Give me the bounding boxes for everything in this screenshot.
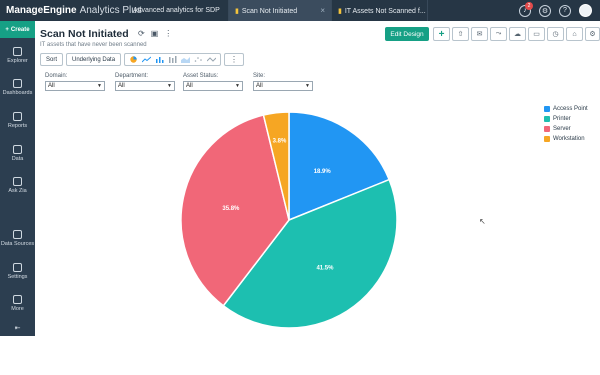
legend-label: Server xyxy=(553,126,571,132)
mouse-pointer-icon: ↖ xyxy=(479,217,486,226)
dashboards-icon xyxy=(13,79,22,88)
pie-data-label: 35.8% xyxy=(222,206,240,212)
tab-scan-not-initiated[interactable]: ▮ Scan Not Initiated × xyxy=(229,0,332,21)
settings-icon xyxy=(13,263,22,272)
report-area: Scan Not Initiated ⟳ ▣ ⋮ IT assets that … xyxy=(35,21,600,336)
pie-data-label: 3.8% xyxy=(273,139,287,145)
legend-item-workstation[interactable]: Workstation xyxy=(544,134,588,144)
legend-swatch xyxy=(544,126,550,132)
legend-item-server[interactable]: Server xyxy=(544,124,588,134)
tab-advanced-analytics[interactable]: Advanced analytics for SDP xyxy=(127,0,229,21)
top-right-actions: ♪ 2 ⚙ ? xyxy=(519,0,600,21)
reports-icon xyxy=(13,112,22,121)
sidebar-item-dashboards[interactable]: Dashboards xyxy=(0,79,35,96)
tab-label: Advanced analytics for SDP xyxy=(133,7,220,14)
legend-swatch xyxy=(544,136,550,142)
notification-bell-icon[interactable]: ♪ 2 xyxy=(519,1,533,17)
user-avatar[interactable] xyxy=(579,4,592,17)
top-bar: ManageEngine Analytics Plus Advanced ana… xyxy=(0,0,600,21)
sidebar-item-data-sources[interactable]: Data Sources xyxy=(0,230,35,247)
legend-label: Access Point xyxy=(553,106,588,112)
close-tab-icon[interactable]: × xyxy=(320,6,325,15)
sidebar-item-reports[interactable]: Reports xyxy=(0,112,35,129)
chart-tab-icon: ▮ xyxy=(235,7,239,15)
app-logo[interactable]: ManageEngine Analytics Plus xyxy=(0,5,142,16)
sidebar: + Create Explorer Dashboards Reports Data… xyxy=(0,21,35,336)
chart-legend: Access Point Printer Server Workstation xyxy=(544,104,588,144)
chart-tab-icon: ▮ xyxy=(338,7,342,15)
legend-swatch xyxy=(544,116,550,122)
legend-item-printer[interactable]: Printer xyxy=(544,114,588,124)
help-icon[interactable]: ? xyxy=(559,4,571,17)
tab-label: IT Assets Not Scanned f... xyxy=(344,7,426,15)
tab-it-assets-not-scanned[interactable]: ▮ IT Assets Not Scanned f... xyxy=(332,0,428,21)
sidebar-item-label: Reports xyxy=(7,123,28,129)
sidebar-item-label: Ask Zia xyxy=(8,188,27,194)
tab-label: Scan Not Initiated xyxy=(241,7,298,15)
sidebar-item-label: Dashboards xyxy=(2,90,33,96)
sidebar-item-data[interactable]: Data xyxy=(0,145,35,162)
sidebar-item-label: Data xyxy=(11,156,24,162)
create-button[interactable]: + Create xyxy=(0,21,35,38)
legend-label: Workstation xyxy=(553,136,585,142)
sidebar-item-label: More xyxy=(11,306,24,312)
pie-data-label: 18.9% xyxy=(314,169,332,175)
explorer-icon xyxy=(13,47,22,56)
sidebar-item-label: Data Sources xyxy=(0,241,35,247)
sidebar-item-more[interactable]: More xyxy=(0,295,35,312)
create-label: Create xyxy=(10,26,30,33)
sidebar-item-label: Settings xyxy=(7,274,28,280)
legend-item-access-point[interactable]: Access Point xyxy=(544,104,588,114)
sidebar-item-label: Explorer xyxy=(7,58,28,64)
settings-gear-icon[interactable]: ⚙ xyxy=(539,4,551,17)
collapse-sidebar-icon[interactable]: ⇤ xyxy=(0,324,35,332)
notification-badge: 2 xyxy=(525,1,533,10)
pie-data-label: 41.5% xyxy=(316,265,334,271)
sidebar-item-explorer[interactable]: Explorer xyxy=(0,47,35,64)
plus-icon: + xyxy=(5,26,9,33)
legend-label: Printer xyxy=(553,116,571,122)
sidebar-item-settings[interactable]: Settings xyxy=(0,263,35,280)
data-sources-icon xyxy=(13,230,22,239)
ask-zia-icon xyxy=(13,177,22,186)
data-icon xyxy=(13,145,22,154)
more-icon xyxy=(13,295,22,304)
pie-chart: 18.9% 41.5% 35.8% 3.8% xyxy=(180,111,398,329)
legend-swatch xyxy=(544,106,550,112)
brand-name: ManageEngine xyxy=(6,5,77,16)
sidebar-item-ask-zia[interactable]: Ask Zia xyxy=(0,177,35,194)
